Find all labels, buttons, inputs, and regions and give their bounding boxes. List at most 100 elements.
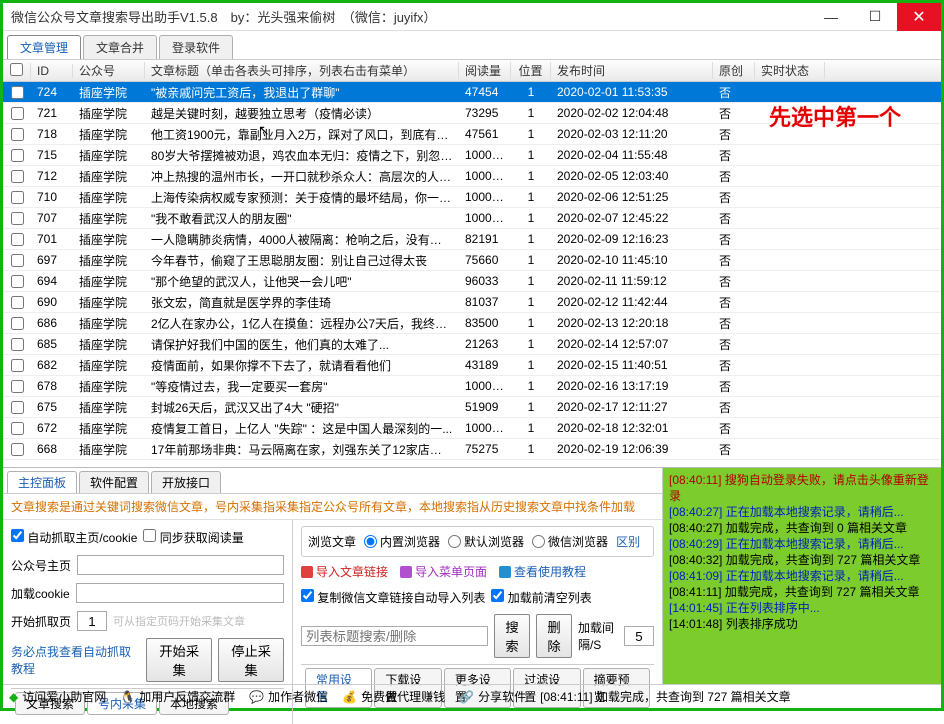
tab-main-panel[interactable]: 主控面板: [7, 471, 77, 493]
table-row[interactable]: 682插座学院疫情面前，如果你撑不下去了，就请看看他们4318912020-02…: [3, 355, 941, 376]
import-menu-button[interactable]: 导入菜单页面: [400, 563, 487, 580]
sb-feedback-group[interactable]: 🐧加用户反馈交流群: [120, 688, 235, 705]
log-line: [08:40:32] 加载完成，共查询到 727 篇相关文章: [669, 552, 935, 568]
row-checkbox[interactable]: [11, 338, 24, 351]
start-collect-button[interactable]: 开始采集: [146, 638, 212, 682]
row-checkbox[interactable]: [11, 86, 24, 99]
tab-article-manage[interactable]: 文章管理: [7, 35, 81, 59]
diff-link[interactable]: 区别: [616, 533, 640, 550]
col-title[interactable]: 文章标题（单击各表头可排序，列表右击有菜单）: [145, 62, 459, 79]
interval-label: 加载间隔/S: [578, 619, 618, 653]
table-row[interactable]: 686插座学院2亿人在家办公，1亿人在摸鱼：远程办公7天后，我终于崩...835…: [3, 313, 941, 334]
maximize-button[interactable]: ☐: [853, 3, 897, 31]
row-checkbox[interactable]: [11, 212, 24, 225]
interval-input[interactable]: [624, 626, 654, 646]
table-row[interactable]: 694插座学院"那个绝望的武汉人，让他哭一会儿吧"9603312020-02-1…: [3, 271, 941, 292]
row-checkbox[interactable]: [11, 275, 24, 288]
cookie-label: 加载cookie: [11, 585, 70, 602]
row-checkbox[interactable]: [11, 317, 24, 330]
log-line: [08:40:29] 正在加载本地搜索记录，请稍后...: [669, 536, 935, 552]
table-row[interactable]: 710插座学院上海传染病权威专家预测：关于疫情的最坏结局，你一定...10000…: [3, 187, 941, 208]
stop-collect-button[interactable]: 停止采集: [218, 638, 284, 682]
row-checkbox[interactable]: [11, 422, 24, 435]
homepage-input[interactable]: [77, 555, 284, 575]
table-row[interactable]: 721插座学院越是关键时刻，越要独立思考（疫情必读）7329512020-02-…: [3, 103, 941, 124]
log-line: [14:01:45] 正在列表排序中...: [669, 600, 935, 616]
tab-config[interactable]: 软件配置: [79, 471, 149, 493]
sb-author-wechat[interactable]: 💬加作者微信: [249, 688, 328, 705]
table-row[interactable]: 668插座学院17年前那场非典：马云隔离在家，刘强东关了12家店，俞...752…: [3, 439, 941, 460]
log-line: [08:40:27] 正在加载本地搜索记录，请稍后...: [669, 504, 935, 520]
browse-label: 浏览文章: [308, 533, 356, 550]
table-row[interactable]: 672插座学院疫情复工首日，上亿人 "失踪" ：这是中国人最深刻的一...100…: [3, 418, 941, 439]
table-row[interactable]: 690插座学院张文宏，简直就是医学界的李佳琦8103712020-02-12 1…: [3, 292, 941, 313]
table-row[interactable]: 707插座学院"我不敢看武汉人的朋友圈"10000112020-02-07 12…: [3, 208, 941, 229]
log-line: [08:41:11] 加载完成，共查询到 727 篇相关文章: [669, 584, 935, 600]
row-checkbox[interactable]: [11, 170, 24, 183]
tutorial-link[interactable]: 务必点我查看自动抓取教程: [11, 643, 140, 677]
statusbar: ◆访问爱小助官网 🐧加用户反馈交流群 💬加作者微信 💰免费做代理赚钱 🔗分享软件…: [3, 684, 941, 708]
col-id[interactable]: ID: [31, 64, 73, 78]
delete-button[interactable]: 删除: [536, 614, 572, 658]
table-body: 先选中第一个 ↖ 724插座学院"被亲戚问完工资后，我退出了群聊"4745412…: [3, 82, 941, 460]
log-panel: [08:40:11] 搜狗自动登录失败，请点击头像重新登录[08:40:27] …: [663, 468, 941, 684]
startpage-hint: 可从指定页码开始采集文章: [113, 613, 245, 629]
log-line: [08:41:09] 正在加载本地搜索记录，请稍后...: [669, 568, 935, 584]
col-original[interactable]: 原创: [713, 62, 755, 79]
sb-official-site[interactable]: ◆访问爱小助官网: [9, 688, 106, 705]
tab-article-merge[interactable]: 文章合并: [83, 35, 157, 59]
close-button[interactable]: ✕: [897, 3, 941, 31]
log-line: [08:40:27] 加载完成，共查询到 0 篇相关文章: [669, 520, 935, 536]
list-search-input[interactable]: [301, 626, 488, 646]
table-row[interactable]: 697插座学院今年春节，偷窥了王思聪朋友圈：别让自己过得太丧7566012020…: [3, 250, 941, 271]
table-row[interactable]: 675插座学院封城26天后，武汉又出了4大 "硬招"5190912020-02-…: [3, 397, 941, 418]
row-checkbox[interactable]: [11, 149, 24, 162]
table-row[interactable]: 685插座学院请保护好我们中国的医生，他们真的太难了...2126312020-…: [3, 334, 941, 355]
row-checkbox[interactable]: [11, 233, 24, 246]
minimize-button[interactable]: —: [809, 3, 853, 31]
col-time[interactable]: 发布时间: [551, 62, 713, 79]
table-row[interactable]: 678插座学院"等疫情过去，我一定要买一套房"10000112020-02-16…: [3, 376, 941, 397]
import-link-button[interactable]: 导入文章链接: [301, 563, 388, 580]
tab-login[interactable]: 登录软件: [159, 35, 233, 59]
copy-auto-import-checkbox[interactable]: 复制微信文章链接自动导入列表: [301, 589, 485, 606]
top-tabs: 文章管理 文章合并 登录软件: [3, 31, 941, 59]
table-row[interactable]: 724插座学院"被亲戚问完工资后，我退出了群聊"4745412020-02-01…: [3, 82, 941, 103]
row-checkbox[interactable]: [11, 296, 24, 309]
col-account[interactable]: 公众号: [73, 62, 145, 79]
radio-builtin-browser[interactable]: 内置浏览器: [364, 533, 440, 550]
row-checkbox[interactable]: [11, 107, 24, 120]
cookie-input[interactable]: [76, 583, 284, 603]
table-row[interactable]: 715插座学院80岁大爷摆摊被劝退，鸡农血本无归：疫情之下，别忽略...1000…: [3, 145, 941, 166]
table-row[interactable]: 718插座学院他工资1900元，靠副业月入2万，踩对了风口，到底有多...475…: [3, 124, 941, 145]
sb-share[interactable]: 🔗分享软件: [459, 688, 526, 705]
log-line: [08:40:11] 搜狗自动登录失败，请点击头像重新登录: [669, 472, 935, 504]
table-row[interactable]: 701插座学院一人隐瞒肺炎病情，4000人被隔离：枪响之后，没有赢家821911…: [3, 229, 941, 250]
col-status[interactable]: 实时状态: [755, 62, 825, 79]
row-checkbox[interactable]: [11, 380, 24, 393]
tab-api[interactable]: 开放接口: [151, 471, 221, 493]
table-row[interactable]: 712插座学院冲上热搜的温州市长，一开口就秒杀众人：高层次的人，...10000…: [3, 166, 941, 187]
view-tutorial-button[interactable]: 查看使用教程: [499, 563, 586, 580]
article-table: ID 公众号 文章标题（单击各表头可排序，列表右击有菜单） 阅读量 位置 发布时…: [3, 59, 941, 467]
startpage-input[interactable]: [77, 611, 107, 631]
radio-default-browser[interactable]: 默认浏览器: [448, 533, 524, 550]
row-checkbox[interactable]: [11, 191, 24, 204]
clear-before-load-checkbox[interactable]: 加载前清空列表: [491, 589, 591, 606]
row-checkbox[interactable]: [11, 401, 24, 414]
select-all-checkbox[interactable]: [10, 63, 23, 76]
sb-agent[interactable]: 💰免费做代理赚钱: [342, 688, 445, 705]
row-checkbox[interactable]: [11, 359, 24, 372]
startpage-label: 开始抓取页: [11, 613, 71, 630]
row-checkbox[interactable]: [11, 443, 24, 456]
row-checkbox[interactable]: [11, 254, 24, 267]
table-header: ID 公众号 文章标题（单击各表头可排序，列表右击有菜单） 阅读量 位置 发布时…: [3, 60, 941, 82]
search-button[interactable]: 搜索: [494, 614, 530, 658]
col-reads[interactable]: 阅读量: [459, 62, 511, 79]
auto-grab-checkbox[interactable]: 自动抓取主页/cookie: [11, 529, 137, 546]
sync-reads-checkbox[interactable]: 同步获取阅读量: [143, 529, 243, 546]
col-pos[interactable]: 位置: [511, 62, 551, 79]
radio-wechat-browser[interactable]: 微信浏览器: [532, 533, 608, 550]
row-checkbox[interactable]: [11, 128, 24, 141]
description-text: 文章搜索是通过关键词搜索微信文章，号内采集指采集指定公众号所有文章，本地搜索指从…: [3, 493, 662, 520]
